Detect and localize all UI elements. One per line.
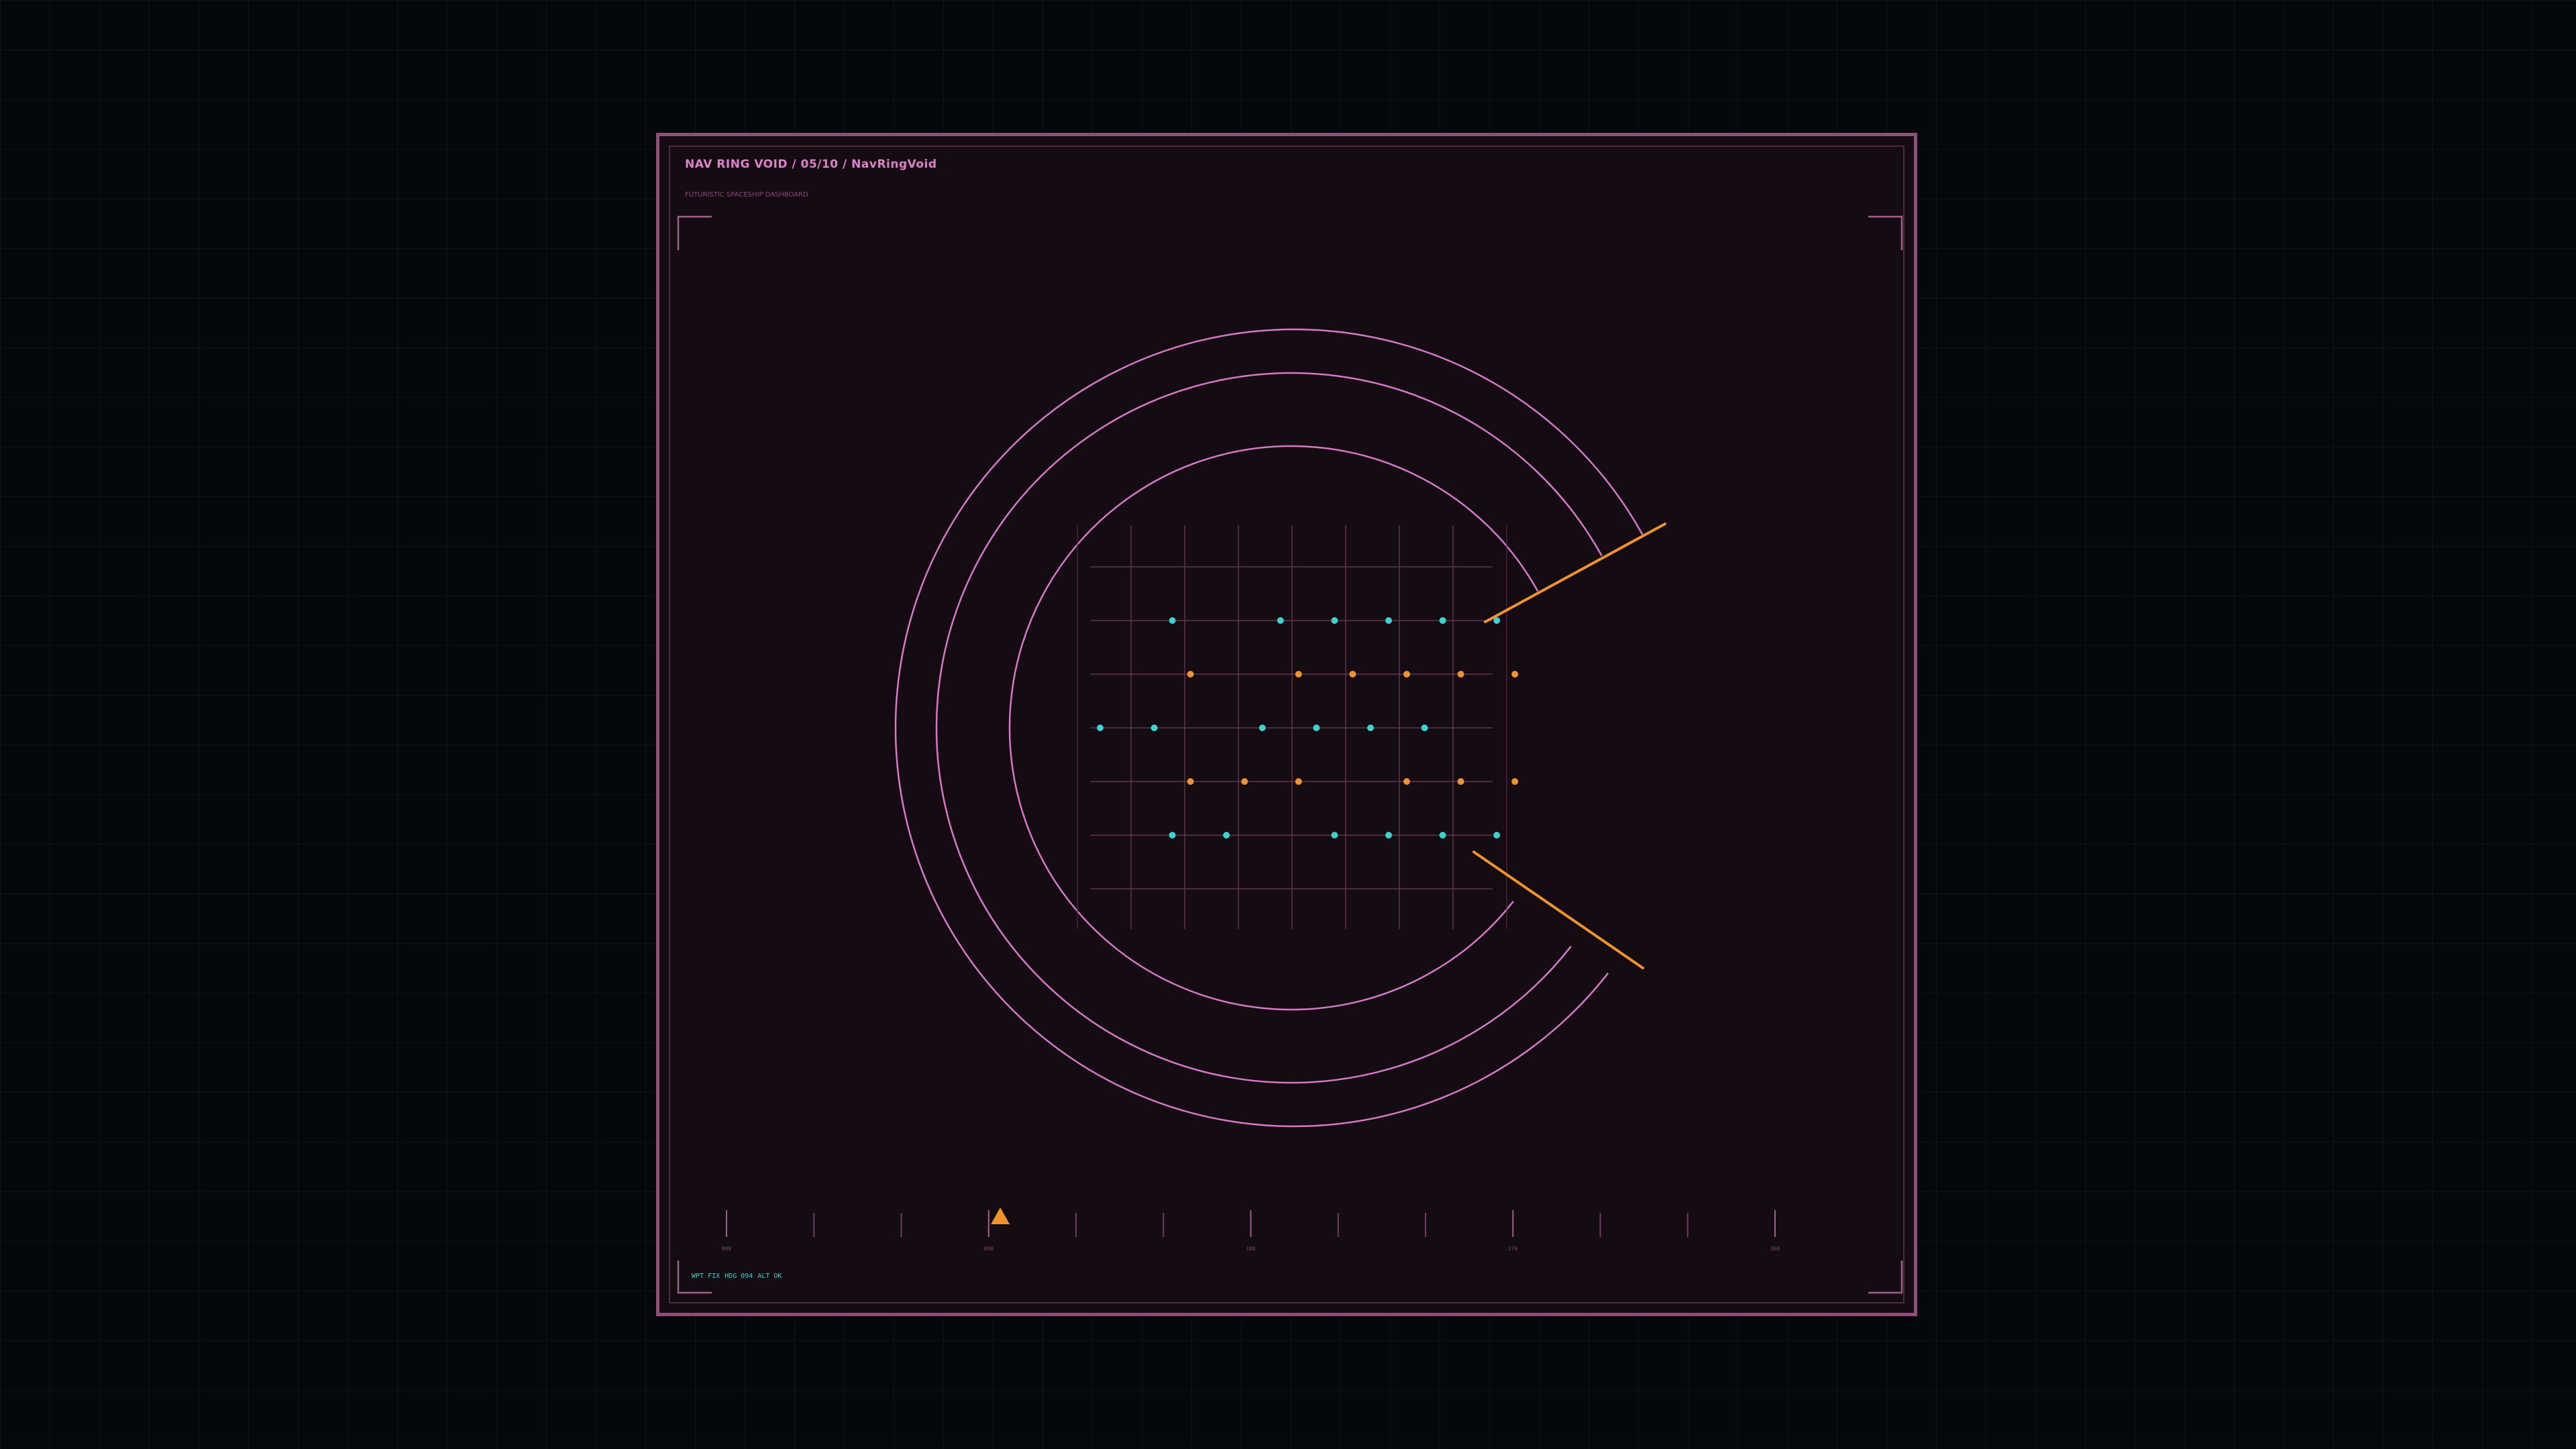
scale-tick-label: 180 xyxy=(1246,1246,1256,1252)
nav-waypoint-dot xyxy=(1241,778,1248,785)
scale-tick-label: 090 xyxy=(983,1246,994,1252)
nav-waypoint-dot xyxy=(1367,724,1374,731)
nav-waypoint-dot xyxy=(1439,617,1446,624)
nav-waypoint-dot xyxy=(1169,832,1176,839)
void-gate-lines xyxy=(1472,523,1666,969)
status-heading: HDG 094 xyxy=(724,1273,753,1280)
nav-waypoint-dot xyxy=(1313,724,1320,731)
void-gate-upper xyxy=(1484,523,1666,623)
void-gate-lower xyxy=(1472,851,1644,969)
nav-waypoint-dot xyxy=(1169,617,1176,624)
nav-waypoint-dot xyxy=(1150,724,1158,731)
nav-waypoint-dot xyxy=(1331,832,1338,839)
status-waypoint: WPT FIX xyxy=(692,1273,720,1280)
nav-waypoint-dot xyxy=(1457,778,1464,785)
nav-ring-display xyxy=(677,215,1903,1294)
triangle-up-icon xyxy=(991,1208,1010,1224)
nav-waypoint-dot xyxy=(1385,832,1392,839)
nav-waypoint-dot xyxy=(1385,617,1392,624)
status-altitude: ALT OK xyxy=(757,1273,782,1280)
status-line: WPT FIX HDG 094 ALT OK xyxy=(692,1273,786,1280)
background-grid: NAV RING VOID / 05/10 / NavRingVoid FUTU… xyxy=(0,0,2576,1449)
scale-tick-label: 360 xyxy=(1770,1246,1780,1252)
nav-waypoint-dot xyxy=(1511,778,1519,785)
scale-tick-label: 000 xyxy=(721,1246,732,1252)
corner-bracket-icon xyxy=(677,215,1903,1294)
nav-ring-panel: NAV RING VOID / 05/10 / NavRingVoid FUTU… xyxy=(656,133,1917,1316)
nav-grid xyxy=(1077,525,1519,929)
nav-waypoint-dot xyxy=(1457,671,1464,678)
nav-waypoint-dot xyxy=(1511,671,1519,678)
nav-waypoint-dot xyxy=(1439,832,1446,839)
nav-waypoint-dot xyxy=(1097,724,1104,731)
nav-waypoint-dot xyxy=(1349,671,1356,678)
scale-tick-label: 270 xyxy=(1508,1246,1518,1252)
nav-waypoint-dot xyxy=(1331,617,1338,624)
nav-waypoint-dot xyxy=(1187,778,1194,785)
nav-waypoint-dot xyxy=(1258,724,1266,731)
nav-waypoint-dot xyxy=(1421,724,1428,731)
nav-waypoint-dot xyxy=(1187,671,1194,678)
heading-scale xyxy=(726,1208,1776,1237)
nav-waypoint-dot xyxy=(1295,671,1302,678)
nav-waypoint-dot xyxy=(1277,617,1284,624)
nav-waypoint-dot xyxy=(1403,778,1410,785)
nav-waypoint-dot xyxy=(1295,778,1302,785)
nav-waypoint-dot xyxy=(1223,832,1230,839)
nav-waypoint-dot xyxy=(1493,832,1501,839)
nav-waypoint-dot xyxy=(1403,671,1410,678)
